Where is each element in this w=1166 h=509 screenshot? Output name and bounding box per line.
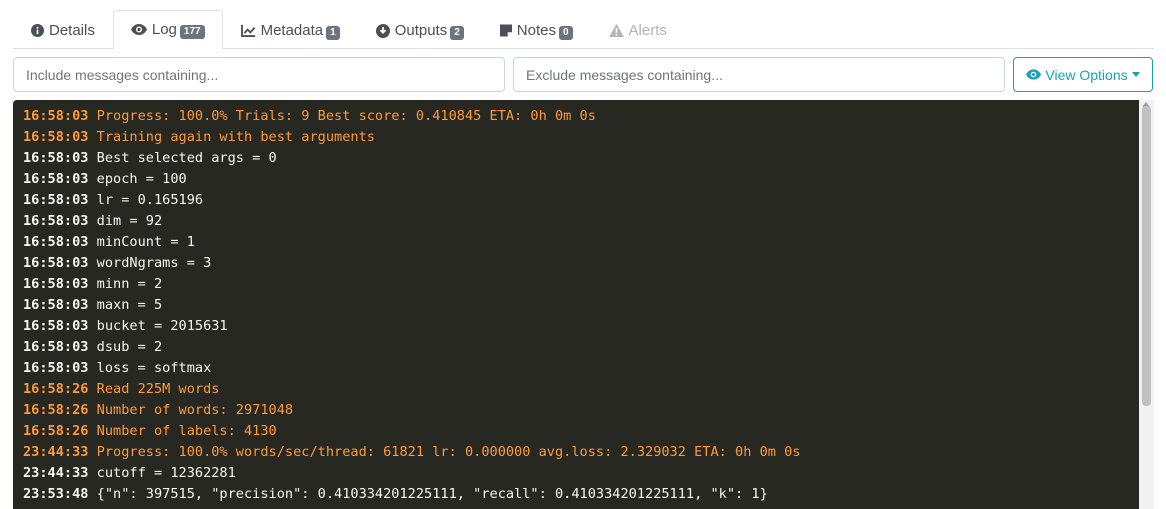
tab-label: Outputs bbox=[394, 22, 448, 39]
log-line: 16:58:26 Number of words: 2971048 bbox=[23, 400, 1129, 421]
tab-label: Metadata bbox=[260, 22, 324, 39]
log-line: 16:58:03 dsub = 2 bbox=[23, 337, 1129, 358]
log-message: {"n": 397515, "precision": 0.41033420122… bbox=[96, 486, 768, 502]
log-timestamp: 23:44:33 bbox=[23, 465, 89, 481]
log-message: Progress: 100.0% words/sec/thread: 61821… bbox=[96, 444, 801, 460]
tab-label: Notes bbox=[516, 22, 556, 39]
download-circle-icon bbox=[375, 23, 390, 38]
log-line: 16:58:03 Training again with best argume… bbox=[23, 127, 1129, 148]
tab-outputs[interactable]: Outputs 2 bbox=[358, 12, 482, 49]
log-line: 23:53:54 Training finished with score 0.… bbox=[23, 505, 1129, 509]
log-line: 16:58:03 lr = 0.165196 bbox=[23, 190, 1129, 211]
log-message: Training again with best arguments bbox=[96, 129, 375, 145]
log-timestamp: 23:44:33 bbox=[23, 444, 89, 460]
log-timestamp: 16:58:03 bbox=[23, 150, 89, 166]
count-badge: 177 bbox=[179, 24, 205, 39]
include-messages-input[interactable] bbox=[13, 57, 505, 92]
eye-icon bbox=[1026, 69, 1042, 80]
log-timestamp: 16:58:03 bbox=[23, 234, 89, 250]
log-message: epoch = 100 bbox=[96, 171, 187, 187]
log-line: 16:58:26 Read 225M words bbox=[23, 379, 1129, 400]
log-timestamp: 16:58:03 bbox=[23, 360, 89, 376]
log-message: loss = softmax bbox=[96, 360, 212, 376]
log-line: 16:58:03 loss = softmax bbox=[23, 358, 1129, 379]
log-timestamp: 16:58:26 bbox=[23, 423, 89, 439]
log-line: 16:58:26 Number of labels: 4130 bbox=[23, 421, 1129, 442]
log-message: minn = 2 bbox=[96, 276, 163, 292]
log-message: minCount = 1 bbox=[96, 234, 195, 250]
log-message: lr = 0.165196 bbox=[96, 192, 204, 208]
eye-icon bbox=[130, 24, 147, 35]
tab-metadata[interactable]: Metadata 1 bbox=[223, 12, 358, 49]
tab-bar: Details Log 177 Metadata 1 Outputs 2 Notes 0 Aler… bbox=[13, 10, 1154, 49]
exclude-messages-input[interactable] bbox=[513, 57, 1005, 92]
info-circle-icon bbox=[31, 24, 44, 37]
log-page: Details Log 177 Metadata 1 Outputs 2 Notes 0 Aler… bbox=[0, 0, 1166, 509]
log-line: 16:58:03 Progress: 100.0% Trials: 9 Best… bbox=[23, 106, 1129, 127]
log-message: cutoff = 12362281 bbox=[96, 465, 236, 481]
count-badge: 1 bbox=[326, 25, 340, 40]
log-message: maxn = 5 bbox=[96, 297, 163, 313]
log-message: dim = 92 bbox=[96, 213, 163, 229]
warning-icon bbox=[608, 24, 624, 37]
log-message: Progress: 100.0% Trials: 9 Best score: 0… bbox=[96, 108, 596, 124]
log-scrollbar[interactable] bbox=[1139, 100, 1154, 509]
log-timestamp: 16:58:26 bbox=[23, 381, 89, 397]
log-timestamp: 16:58:03 bbox=[23, 213, 89, 229]
view-options-button[interactable]: View Options bbox=[1013, 57, 1153, 92]
log-line: 23:44:33 cutoff = 12362281 bbox=[23, 463, 1129, 484]
log-timestamp: 16:58:03 bbox=[23, 129, 89, 145]
log-line: 16:58:03 bucket = 2015631 bbox=[23, 316, 1129, 337]
log-message: Read 225M words bbox=[96, 381, 220, 397]
log-message: wordNgrams = 3 bbox=[96, 255, 212, 271]
tab-label: Log bbox=[151, 21, 177, 38]
tab-alerts: Alerts bbox=[591, 12, 685, 49]
log-message: Number of words: 2971048 bbox=[96, 402, 294, 418]
log-timestamp: 16:58:03 bbox=[23, 192, 89, 208]
log-line: 23:44:33 Progress: 100.0% words/sec/thre… bbox=[23, 442, 1129, 463]
log-line: 16:58:03 maxn = 5 bbox=[23, 295, 1129, 316]
log-timestamp: 16:58:03 bbox=[23, 171, 89, 187]
sticky-note-icon bbox=[499, 24, 512, 37]
tab-label: Alerts bbox=[628, 22, 667, 39]
log-line: 16:58:03 wordNgrams = 3 bbox=[23, 253, 1129, 274]
view-options-label: View Options bbox=[1045, 66, 1128, 83]
log-message: dsub = 2 bbox=[96, 339, 163, 355]
count-badge: 0 bbox=[558, 25, 573, 40]
log-timestamp: 16:58:03 bbox=[23, 108, 89, 124]
log-timestamp: 16:58:03 bbox=[23, 339, 89, 355]
log-timestamp: 23:53:48 bbox=[23, 486, 89, 502]
log-timestamp: 16:58:26 bbox=[23, 402, 89, 418]
log-timestamp: 16:58:03 bbox=[23, 276, 89, 292]
log-line: 16:58:03 minn = 2 bbox=[23, 274, 1129, 295]
count-badge: 2 bbox=[450, 25, 464, 40]
caret-down-icon bbox=[1131, 72, 1140, 77]
tab-log[interactable]: Log 177 bbox=[112, 10, 223, 49]
line-chart-icon bbox=[240, 24, 256, 37]
log-line: 16:58:03 dim = 92 bbox=[23, 211, 1129, 232]
log-line: 16:58:03 epoch = 100 bbox=[23, 169, 1129, 190]
log-timestamp: 16:58:03 bbox=[23, 297, 89, 313]
log-message: bucket = 2015631 bbox=[96, 318, 228, 334]
tab-label: Details bbox=[49, 22, 95, 39]
log-message: Number of labels: 4130 bbox=[96, 423, 277, 439]
log-line: 16:58:03 Best selected args = 0 bbox=[23, 148, 1129, 169]
scrollbar-thumb[interactable] bbox=[1142, 106, 1151, 406]
log-line: 16:58:03 minCount = 1 bbox=[23, 232, 1129, 253]
log-output: 16:58:03 Progress: 100.0% Trials: 9 Best… bbox=[13, 100, 1139, 509]
tab-notes[interactable]: Notes 0 bbox=[482, 12, 591, 49]
log-line: 23:53:48 {"n": 397515, "precision": 0.41… bbox=[23, 484, 1129, 505]
log-message: Best selected args = 0 bbox=[96, 150, 277, 166]
log-timestamp: 16:58:03 bbox=[23, 255, 89, 271]
tab-details[interactable]: Details bbox=[13, 12, 113, 49]
log-timestamp: 16:58:03 bbox=[23, 318, 89, 334]
